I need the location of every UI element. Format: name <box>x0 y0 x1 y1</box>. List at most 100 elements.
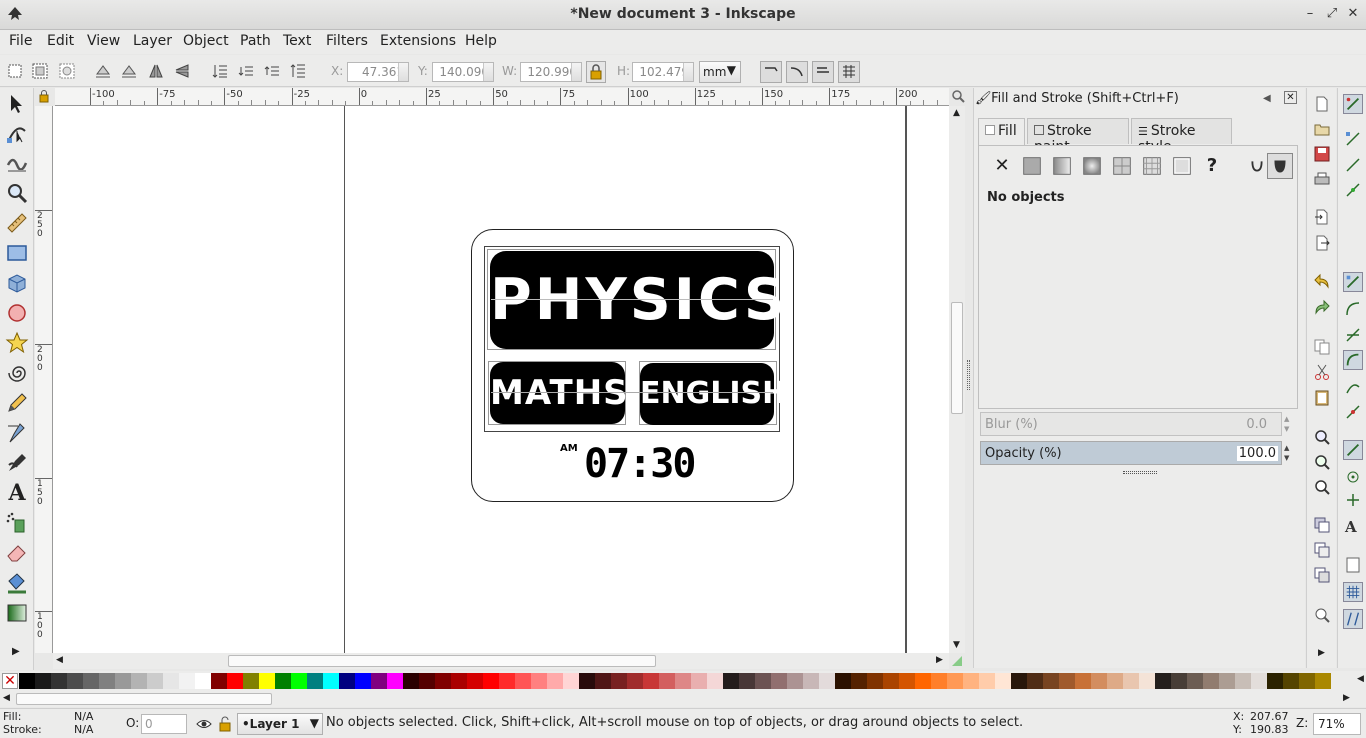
cut-icon[interactable] <box>1313 363 1331 381</box>
color-swatch[interactable] <box>867 673 883 689</box>
tweak-tool-icon[interactable] <box>5 151 29 175</box>
color-swatch[interactable] <box>1075 673 1091 689</box>
color-swatch[interactable] <box>451 673 467 689</box>
flip-horizontal-icon[interactable] <box>147 62 165 80</box>
scale-stroke-icon[interactable] <box>760 61 782 83</box>
zoom-canvas-icon[interactable] <box>951 89 965 103</box>
color-swatch[interactable] <box>1203 673 1219 689</box>
opacity-spinner-icon[interactable]: ▲ ▼ <box>1284 443 1289 463</box>
snap-smooth-nodes-icon[interactable] <box>1344 378 1362 396</box>
color-swatch[interactable] <box>595 673 611 689</box>
color-swatch[interactable] <box>1315 673 1331 689</box>
color-swatch[interactable] <box>835 673 851 689</box>
color-swatch[interactable] <box>1139 673 1155 689</box>
color-swatch[interactable] <box>707 673 723 689</box>
rectangle-tool-icon[interactable] <box>5 241 29 265</box>
x-field[interactable]: 47.361 <box>347 62 409 82</box>
color-swatch[interactable] <box>819 673 835 689</box>
color-swatch[interactable] <box>771 673 787 689</box>
gradient-tool-icon[interactable] <box>5 601 29 625</box>
color-swatch[interactable] <box>131 673 147 689</box>
color-swatch[interactable] <box>755 673 771 689</box>
color-swatch[interactable] <box>1251 673 1267 689</box>
color-swatch[interactable] <box>419 673 435 689</box>
tab-stroke-style[interactable]: ☰Stroke style <box>1131 118 1232 155</box>
color-swatch[interactable] <box>611 673 627 689</box>
color-swatch[interactable] <box>1187 673 1203 689</box>
color-swatch[interactable] <box>1059 673 1075 689</box>
english-label[interactable]: ENGLISH <box>640 363 787 425</box>
radial-gradient-icon[interactable] <box>1079 153 1105 179</box>
open-icon[interactable] <box>1313 120 1331 138</box>
blur-slider[interactable]: Blur (%) 0.0 <box>980 412 1282 436</box>
color-swatch[interactable] <box>851 673 867 689</box>
xml-editor-icon[interactable] <box>1313 606 1331 624</box>
menu-text[interactable]: Text <box>283 33 311 49</box>
lower-to-bottom-icon[interactable] <box>211 62 229 80</box>
tab-fill[interactable]: Fill <box>978 118 1025 146</box>
color-swatch[interactable] <box>435 673 451 689</box>
color-swatch[interactable] <box>963 673 979 689</box>
opacity-status-field[interactable]: 0 <box>141 714 187 734</box>
color-swatch[interactable] <box>99 673 115 689</box>
height-field[interactable]: 102.479 <box>632 62 694 82</box>
menu-layer[interactable]: Layer <box>133 33 172 49</box>
color-swatch[interactable] <box>643 673 659 689</box>
color-swatch[interactable] <box>403 673 419 689</box>
color-swatch[interactable] <box>1123 673 1139 689</box>
color-swatch[interactable] <box>547 673 563 689</box>
color-swatch[interactable] <box>195 673 211 689</box>
color-swatch[interactable] <box>211 673 227 689</box>
color-swatch[interactable] <box>1155 673 1171 689</box>
maths-label[interactable]: MATHS <box>490 362 628 424</box>
zoom-page-icon[interactable] <box>1313 478 1331 496</box>
duplicate-icon[interactable] <box>1313 516 1331 534</box>
pencil-tool-icon[interactable] <box>5 391 29 415</box>
zoom-field[interactable]: 71% <box>1313 713 1361 735</box>
color-swatch[interactable] <box>531 673 547 689</box>
snap-cusp-nodes-icon[interactable] <box>1343 350 1363 370</box>
color-swatch[interactable] <box>483 673 499 689</box>
linear-gradient-icon[interactable] <box>1049 153 1075 179</box>
3d-box-tool-icon[interactable] <box>5 271 29 295</box>
palette-menu-icon[interactable]: ◀ <box>1357 674 1364 684</box>
ellipse-tool-icon[interactable] <box>5 301 29 325</box>
eraser-tool-icon[interactable] <box>5 541 29 565</box>
node-tool-icon[interactable] <box>5 121 29 145</box>
horizontal-scroll-thumb[interactable] <box>228 655 656 667</box>
color-swatch[interactable] <box>515 673 531 689</box>
export-icon[interactable] <box>1313 234 1331 252</box>
snap-paths-icon[interactable] <box>1344 300 1362 318</box>
color-swatch[interactable] <box>499 673 515 689</box>
toolbox-more-icon[interactable]: ▶ <box>12 646 20 657</box>
menu-view[interactable]: View <box>87 33 120 49</box>
snap-others-icon[interactable] <box>1343 440 1363 460</box>
snap-bbox-edges-icon[interactable] <box>1344 156 1362 174</box>
scroll-down-icon[interactable]: ▼ <box>953 640 960 650</box>
palette-scroll-left-icon[interactable]: ◀ <box>3 693 10 703</box>
color-swatch[interactable] <box>659 673 675 689</box>
color-swatch[interactable] <box>275 673 291 689</box>
color-swatch[interactable] <box>1011 673 1027 689</box>
color-swatch[interactable] <box>1235 673 1251 689</box>
swatch-icon[interactable] <box>1169 153 1195 179</box>
snap-nodes-icon[interactable] <box>1343 272 1363 292</box>
dock-handle[interactable] <box>967 360 970 390</box>
mesh-gradient-icon[interactable] <box>1109 153 1135 179</box>
print-icon[interactable] <box>1313 170 1331 188</box>
color-swatch[interactable] <box>1299 673 1315 689</box>
blur-spinner-icon[interactable]: ▲ ▼ <box>1284 414 1289 434</box>
y-field[interactable]: 140.090 <box>432 62 494 82</box>
scroll-up-icon[interactable]: ▲ <box>953 108 960 118</box>
flip-vertical-icon[interactable] <box>173 62 191 80</box>
color-swatch[interactable] <box>739 673 755 689</box>
raise-to-top-icon[interactable] <box>289 62 307 80</box>
snap-guides-icon[interactable] <box>1343 609 1363 629</box>
unset-paint-icon[interactable]: ? <box>1199 153 1225 179</box>
color-swatch[interactable] <box>723 673 739 689</box>
color-swatch[interactable] <box>579 673 595 689</box>
no-paint-icon[interactable]: ✕ <box>989 153 1015 179</box>
color-swatch[interactable] <box>1091 673 1107 689</box>
color-swatch[interactable] <box>83 673 99 689</box>
color-swatch[interactable] <box>1219 673 1235 689</box>
